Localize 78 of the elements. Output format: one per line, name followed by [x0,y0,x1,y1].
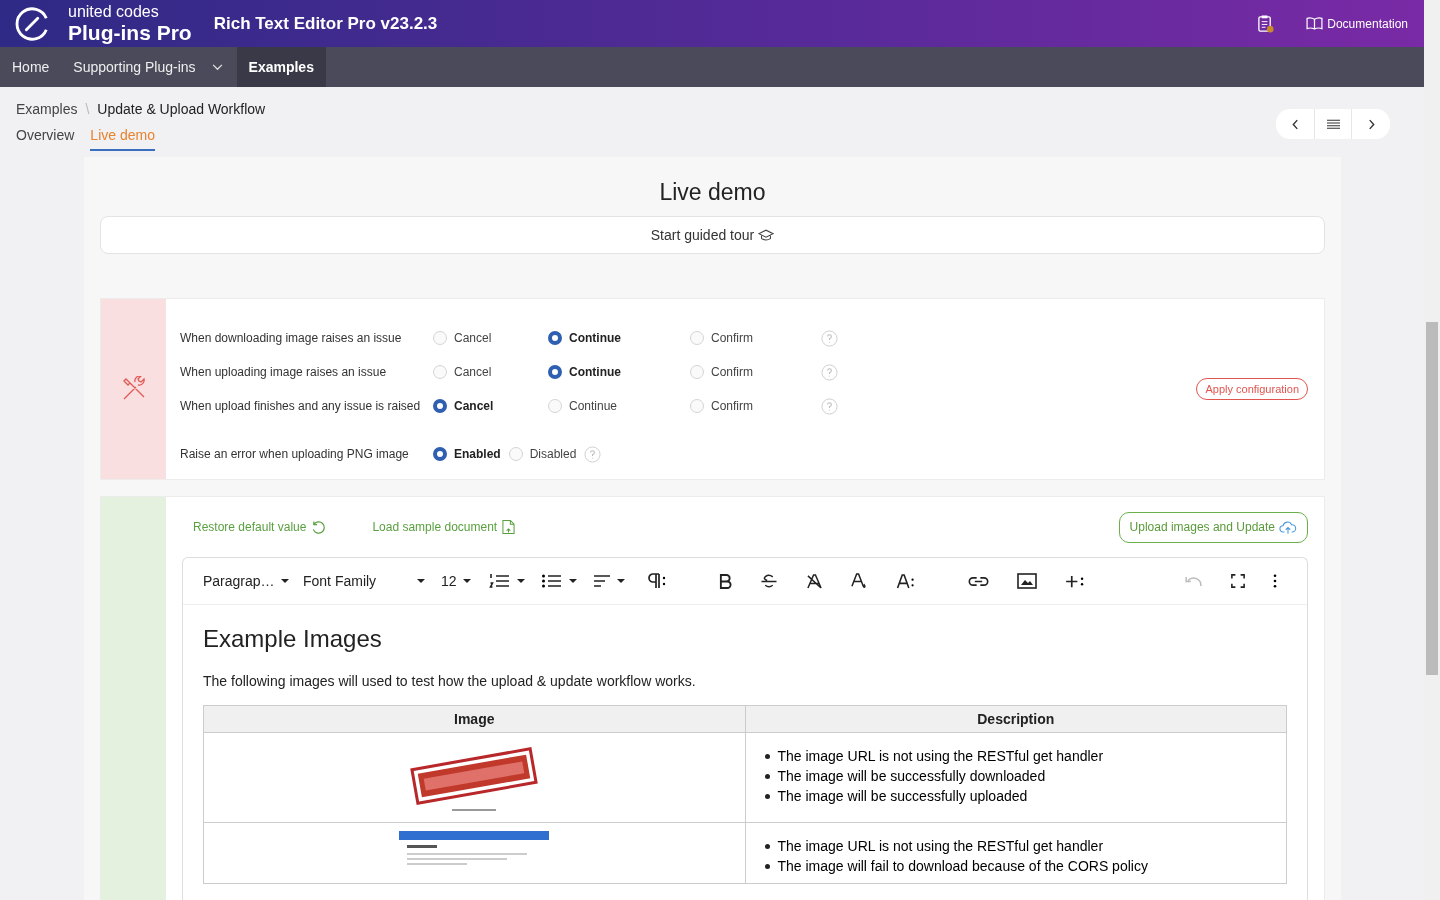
chevron-down-icon[interactable] [211,63,223,71]
description-item: The image will be successfully uploaded [777,787,1028,806]
document-paragraph: The following images will used to test how the upload & update workflow works. [203,673,697,689]
menu-icon [1326,119,1340,129]
bullet-icon [764,863,770,869]
option-label: Raise an error when uploading PNG image [180,447,410,461]
app-title: Rich Text Editor Pro v23.2.3 [213,13,438,34]
cloud-upload-icon [1279,519,1297,535]
link-icon[interactable] [968,575,989,587]
description-item: The image URL is not using the RESTful get handler [777,837,1104,856]
upload-images-button[interactable]: Upload images and Update [1118,511,1308,543]
description-item: The image will be successfully downloaded [777,767,1046,786]
radio-option[interactable]: Confirm [690,331,821,345]
logo-title: Plug-ins Pro [68,22,192,43]
fullscreen-icon[interactable] [1231,574,1245,588]
apply-configuration-button[interactable]: Apply configuration [1196,378,1308,400]
undo-arrow-icon [311,519,327,535]
radio-option[interactable]: Continue [548,331,690,345]
document-icon [502,519,516,535]
bullet-list-icon [541,573,563,589]
breadcrumb-separator: \ [85,101,90,117]
numbered-list-icon [489,573,511,589]
radio-option[interactable]: Cancel [433,365,548,379]
option-label: When upload finishes and any issue is raised [180,399,422,413]
font-family-dropdown[interactable]: Font Family [297,566,431,596]
caret-icon [462,579,471,583]
bullet-icon [764,793,770,799]
align-left-icon [593,574,611,588]
graduation-cap-icon [758,228,775,242]
image-icon[interactable] [1017,573,1037,589]
radio-option[interactable]: Confirm [690,399,821,413]
font-size-dropdown[interactable]: 12 [435,566,479,596]
radio-option[interactable]: Disabled [508,447,577,461]
clear-format-icon[interactable] [806,573,823,589]
radio-option[interactable]: Continue [548,365,690,379]
text-color-icon[interactable] [851,572,868,590]
chevron-left-icon [1291,118,1299,130]
strikethrough-icon[interactable] [760,573,778,589]
column-header: Image [203,705,745,733]
column-header: Description [745,705,1287,733]
block-format-dropdown[interactable]: Paragrap… [197,566,293,596]
clipboard-icon[interactable] [1257,14,1275,33]
bold-icon[interactable] [719,573,732,589]
page-title: Live demo [658,179,767,206]
caret-icon [280,579,289,583]
plus-icon[interactable] [1065,573,1086,589]
bullet-icon [764,843,770,849]
caret-icon [617,579,625,583]
bullet-icon [764,753,770,759]
description-item: The image will fail to download because of the CORS policy [777,857,1148,876]
description-item: The image URL is not using the RESTful get handler [777,747,1104,766]
caret-icon [569,579,577,583]
breadcrumb-link[interactable]: Examples [16,101,78,117]
caret-icon [517,579,525,583]
guided-tour-button[interactable]: Start guided tour [100,216,1325,254]
document-heading: Example Images [203,625,383,653]
more-options-icon[interactable] [1273,574,1277,588]
radio-option[interactable]: Cancel [433,331,548,345]
chevron-right-icon [1367,118,1375,130]
breadcrumb-link[interactable]: Update & Upload Workflow [97,101,266,117]
radio-option[interactable]: Cancel [433,399,548,413]
tab[interactable]: Overview [16,127,75,151]
option-label: When downloading image raises an issue [180,331,403,345]
documentation-link[interactable]: Documentation [1306,16,1408,31]
bullet-icon [764,773,770,779]
caret-icon [417,579,425,583]
radio-option[interactable]: Enabled [433,447,501,461]
scrollbar-thumb[interactable] [1426,322,1438,675]
option-label: When uploading image raises an issue [180,365,388,379]
font-size-icon[interactable] [896,573,916,589]
nav-item[interactable]: Supporting Plug-ins [73,59,196,75]
nav-item[interactable]: Home [12,59,50,75]
book-icon [1306,17,1324,30]
radio-option[interactable]: Confirm [690,365,821,379]
paragraph-mark-icon[interactable] [647,573,667,589]
menu-button[interactable] [1314,109,1352,139]
logo-subtitle: united codes [68,4,160,20]
radio-option[interactable]: Continue [548,399,690,413]
